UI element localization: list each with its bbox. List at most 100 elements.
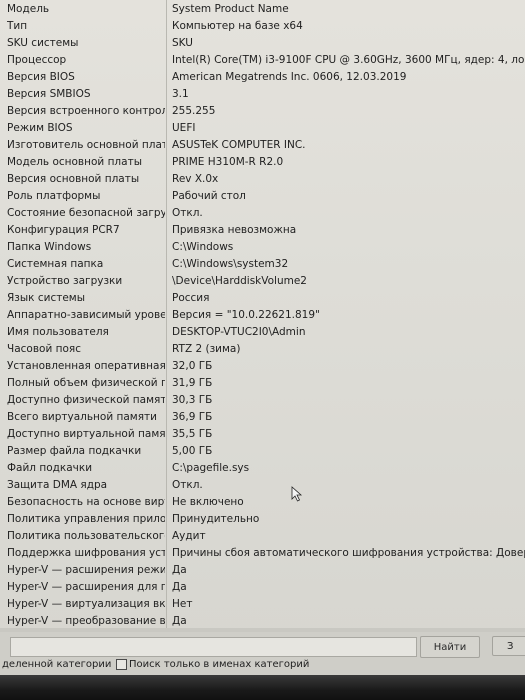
table-row[interactable]: Имя пользователя DESKTOP-VTUC2I0\Admin [0,323,525,340]
table-row[interactable]: Установленная оперативная п... 32,0 ГБ [0,357,525,374]
table-row[interactable]: Политика управления прилож... Принудитель… [0,510,525,527]
table-row[interactable]: Всего виртуальной памяти 36,9 ГБ [0,408,525,425]
table-row[interactable]: Защита DMA ядра Откл. [0,476,525,493]
table-row[interactable]: Роль платформы Рабочий стол [0,187,525,204]
item-name: Hyper-V — расширения режи... [7,563,165,576]
item-name: Версия SMBIOS [7,87,91,100]
item-value: ASUSTeK COMPUTER INC. [172,138,306,151]
table-row[interactable]: Язык системы Россия [0,289,525,306]
system-summary-table: Модель System Product Name Тип Компьютер на… [0,0,525,628]
item-value: RTZ 2 (зима) [172,342,241,355]
monitor-bezel [0,675,525,700]
item-value: \Device\HarddiskVolume2 [172,274,307,287]
table-row[interactable]: Конфигурация PCR7 Привязка невозможна [0,221,525,238]
item-name: Безопасность на основе вирту... [7,495,165,508]
table-row[interactable]: Hyper-V — расширения режи... Да [0,561,525,578]
item-name: Всего виртуальной памяти [7,410,157,423]
table-row[interactable]: Политика пользовательского ... Аудит [0,527,525,544]
item-value: American Megatrends Inc. 0606, 12.03.201… [172,70,407,83]
table-row[interactable]: Безопасность на основе вирту... Не включе… [0,493,525,510]
item-name: Модель основной платы [7,155,142,168]
table-row[interactable]: Модель основной платы PRIME H310M-R R2.0 [0,153,525,170]
table-row[interactable]: Процессор Intel(R) Core(TM) i3-9100F CPU … [0,51,525,68]
table-row[interactable]: Аппаратно-зависимый уровен... Версия = "1… [0,306,525,323]
table-row[interactable]: Состояние безопасной загруз... Откл. [0,204,525,221]
table-row[interactable]: Hyper-V — преобразование в... Да [0,612,525,628]
item-value: Да [172,580,187,593]
table-row[interactable]: Полный объем физической па... 31,9 ГБ [0,374,525,391]
table-row[interactable]: Режим BIOS UEFI [0,119,525,136]
item-name: SKU системы [7,36,79,49]
item-name: Файл подкачки [7,461,93,474]
item-name: Размер файла подкачки [7,444,142,457]
table-row[interactable]: Тип Компьютер на базе x64 [0,17,525,34]
table-row[interactable]: SKU системы SKU [0,34,525,51]
table-row[interactable]: Доступно физической памяти 30,3 ГБ [0,391,525,408]
table-row[interactable]: Файл подкачки C:\pagefile.sys [0,459,525,476]
table-row[interactable]: Папка Windows C:\Windows [0,238,525,255]
search-names-only-label[interactable]: Поиск только в именах категорий [129,659,309,670]
item-value: DESKTOP-VTUC2I0\Admin [172,325,306,338]
item-value: 36,9 ГБ [172,410,213,423]
item-value: Откл. [172,478,203,491]
table-row[interactable]: Hyper-V — виртуализация вкл... Нет [0,595,525,612]
table-row[interactable]: Размер файла подкачки 5,00 ГБ [0,442,525,459]
item-name: Защита DMA ядра [7,478,108,491]
item-name: Устройство загрузки [7,274,123,287]
table-row[interactable]: Модель System Product Name [0,0,525,17]
item-name: Hyper-V — расширения для п... [7,580,165,593]
item-name: Версия основной платы [7,172,140,185]
table-row[interactable]: Системная папка C:\Windows\system32 [0,255,525,272]
item-value: 5,00 ГБ [172,444,213,457]
search-names-only-checkbox[interactable] [116,659,127,670]
search-input[interactable] [10,637,417,657]
table-row[interactable]: Версия SMBIOS 3.1 [0,85,525,102]
system-info-window: Модель System Product Name Тип Компьютер на… [0,0,525,700]
table-row[interactable]: Версия основной платы Rev X.0x [0,170,525,187]
item-name: Поддержка шифрования устр... [7,546,165,559]
item-name: Тип [7,19,28,32]
item-value: Rev X.0x [172,172,219,185]
table-row[interactable]: Версия BIOS American Megatrends Inc. 0606… [0,68,525,85]
item-name: Доступно физической памяти [7,393,165,406]
item-name: Часовой пояс [7,342,81,355]
item-name: Модель [7,2,50,15]
item-value: Версия = "10.0.22621.819" [172,308,320,321]
item-value: Аудит [172,529,206,542]
item-value: Россия [172,291,210,304]
table-row[interactable]: Версия встроенного контролл... 255.255 [0,102,525,119]
item-value: 32,0 ГБ [172,359,213,372]
item-value: Привязка невозможна [172,223,297,236]
item-value: C:\Windows [172,240,234,253]
item-value: Да [172,614,187,627]
item-value: Причины сбоя автоматического шифрования … [172,546,525,559]
item-name: Системная папка [7,257,104,270]
item-value: SKU [172,36,193,49]
item-name: Язык системы [7,291,86,304]
item-value: C:\Windows\system32 [172,257,289,270]
item-name: Конфигурация PCR7 [7,223,120,236]
table-row[interactable]: Изготовитель основной платы ASUSTeK COMPU… [0,136,525,153]
table-row[interactable]: Поддержка шифрования устр... Причины сбоя… [0,544,525,561]
item-value: Откл. [172,206,203,219]
item-value: UEFI [172,121,196,134]
item-value: C:\pagefile.sys [172,461,250,474]
find-button[interactable]: Найти [420,636,480,658]
close-find-button[interactable]: З [492,636,525,656]
item-value: 31,9 ГБ [172,376,213,389]
table-row[interactable]: Hyper-V — расширения для п... Да [0,578,525,595]
item-name: Изготовитель основной платы [7,138,165,151]
item-value: Не включено [172,495,244,508]
item-name: Версия встроенного контролл... [7,104,165,117]
item-name: Состояние безопасной загруз... [7,206,165,219]
item-value: Принудительно [172,512,260,525]
table-row[interactable]: Доступно виртуальной памяти 35,5 ГБ [0,425,525,442]
item-name: Политика управления прилож... [7,512,165,525]
item-value: 3.1 [172,87,189,100]
item-name: Папка Windows [7,240,92,253]
table-row[interactable]: Устройство загрузки \Device\HarddiskVolum… [0,272,525,289]
search-selected-category-label[interactable]: деленной категории [2,659,111,670]
item-name: Режим BIOS [7,121,73,134]
table-row[interactable]: Часовой пояс RTZ 2 (зима) [0,340,525,357]
item-value: Intel(R) Core(TM) i3-9100F CPU @ 3.60GHz… [172,53,525,66]
